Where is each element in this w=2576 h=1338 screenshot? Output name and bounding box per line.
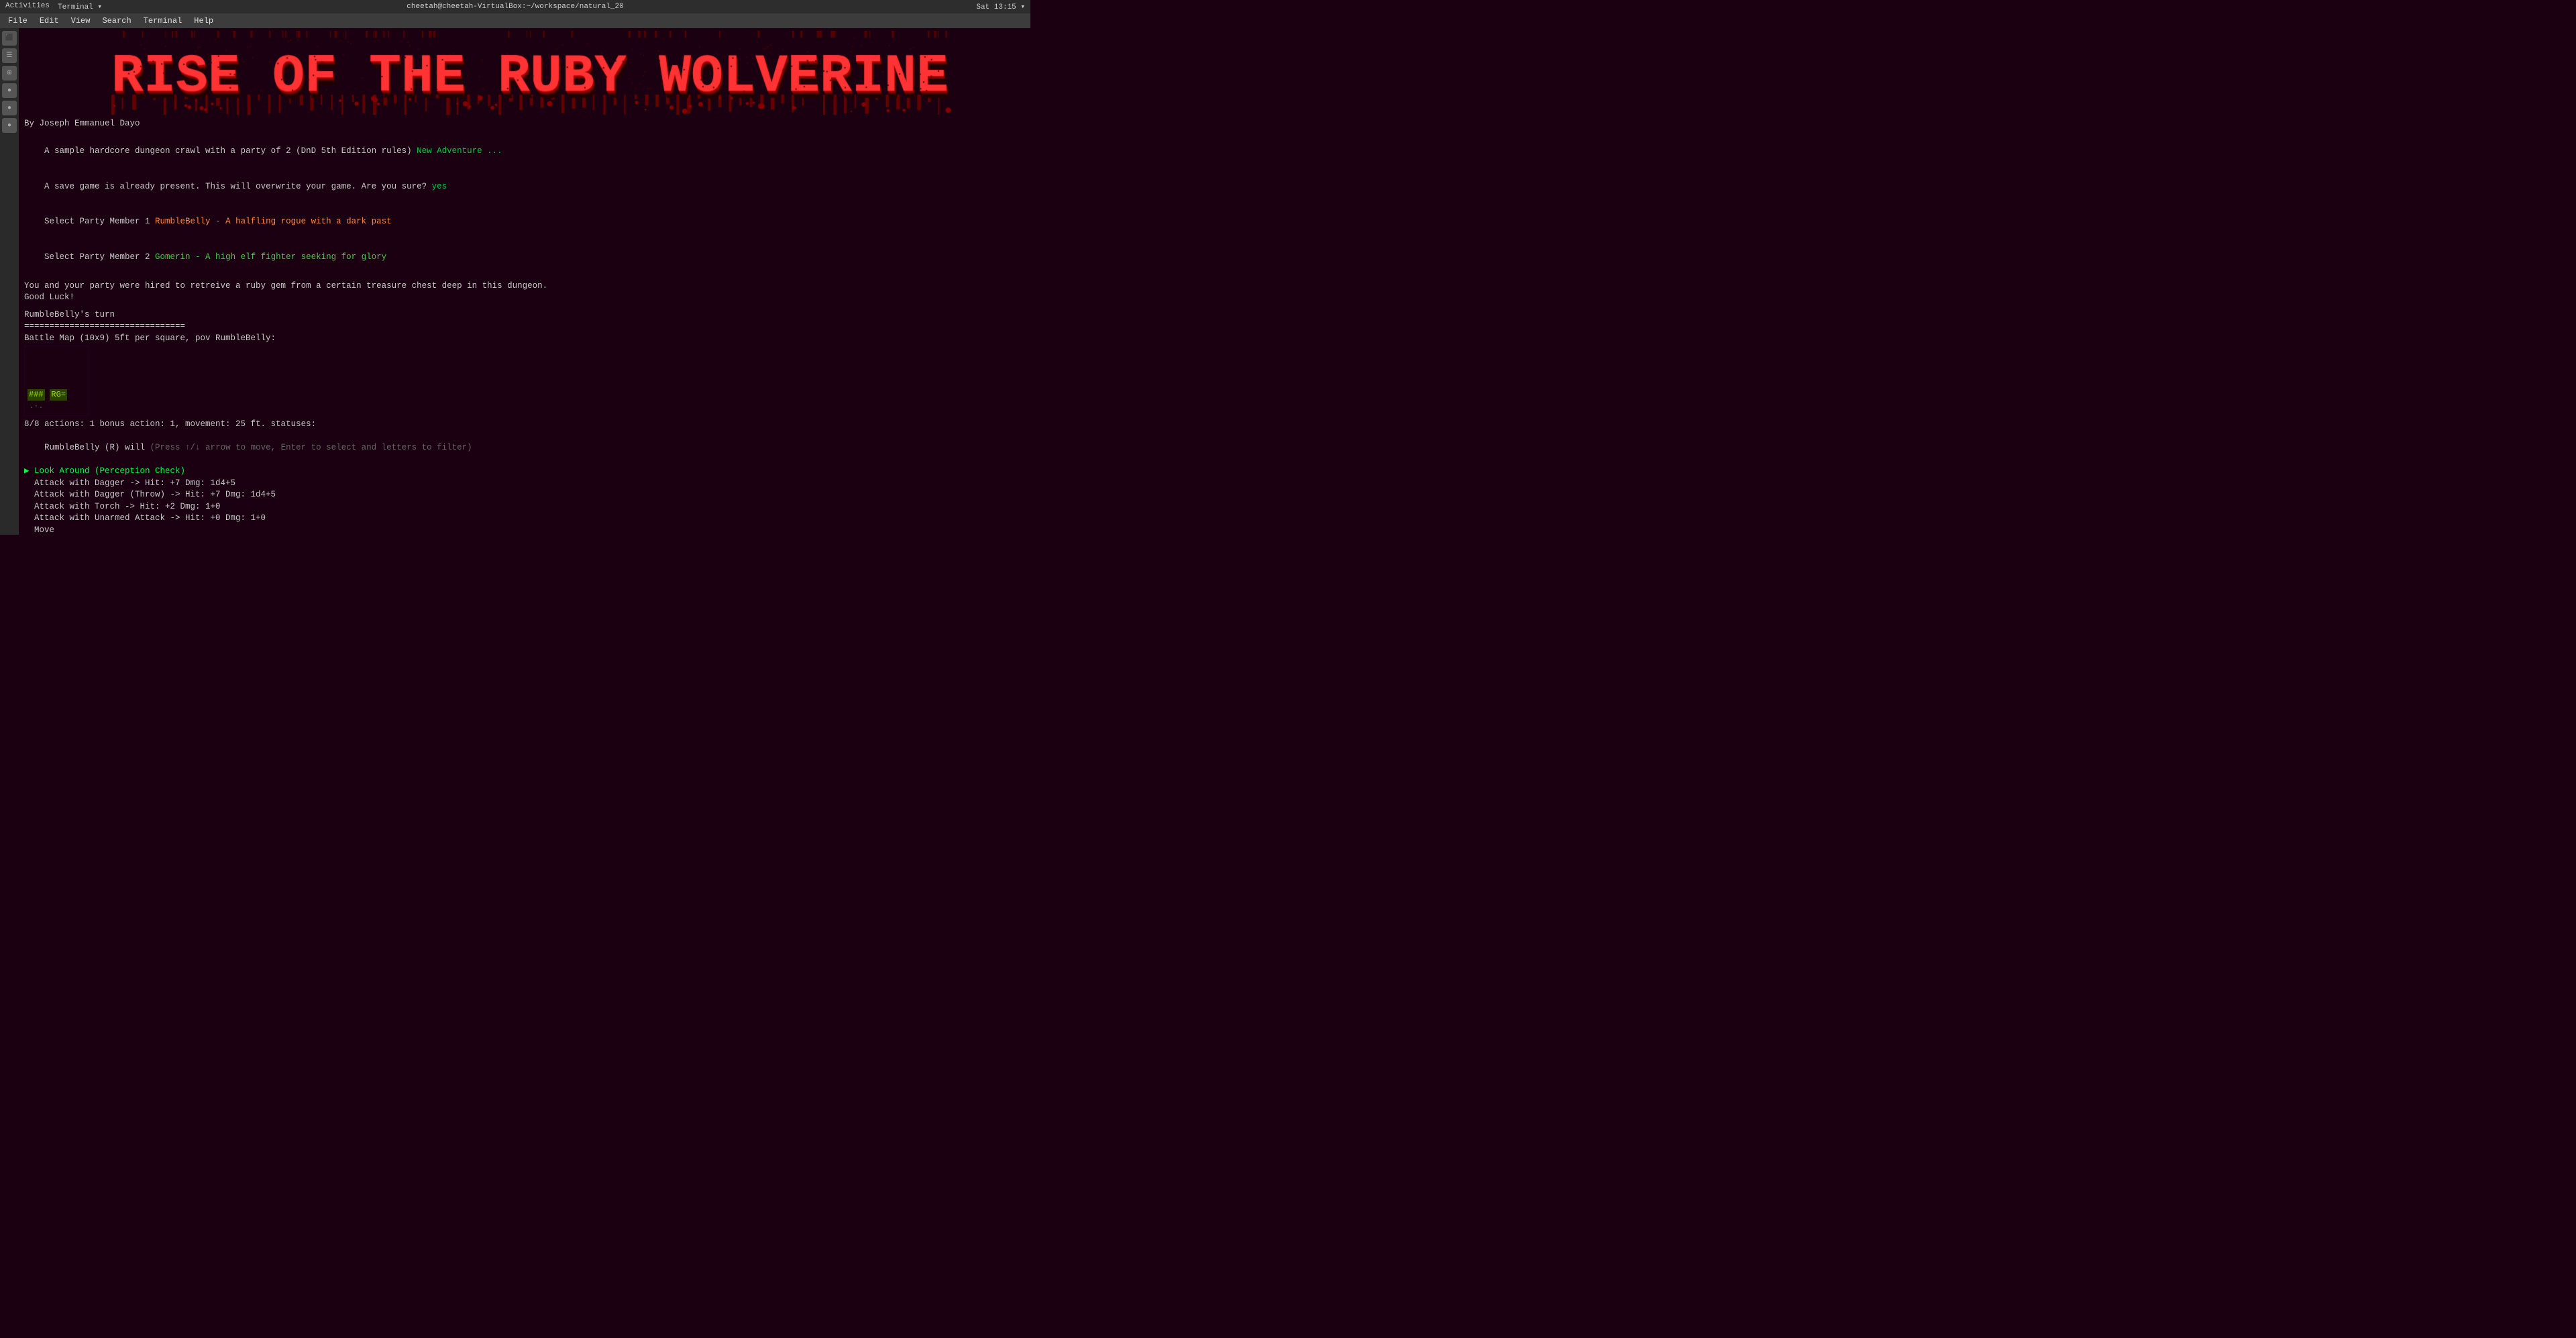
action-prompt-hint: (Press ↑/↓ arrow to move, Enter to selec…: [150, 443, 472, 452]
terminal-menu[interactable]: Terminal ▾: [58, 2, 102, 11]
system-bar-right: Sat 13:15 ▾: [976, 2, 1025, 11]
turn-indicator: RumbleBelly's turn: [24, 309, 1025, 321]
menu-look-around[interactable]: ▶ Look Around (Perception Check): [24, 466, 1025, 478]
party-member-2-value: Gomerin - A high elf fighter seeking for…: [155, 252, 386, 262]
menu-file[interactable]: File: [3, 15, 33, 27]
menu-attack-torch[interactable]: Attack with Torch -> Hit: +2 Dmg: 1+0: [24, 501, 1025, 513]
battle-map-area: ### RG= .·.: [24, 346, 89, 416]
system-bar-left: Activities Terminal ▾: [5, 2, 102, 11]
intro-line-1: A sample hardcore dungeon crawl with a p…: [24, 134, 1025, 170]
quest-text: You and your party were hired to retreiv…: [24, 280, 1025, 293]
menu-help[interactable]: Help: [189, 15, 219, 27]
sidebar-icon-5[interactable]: ●: [2, 118, 17, 133]
menu-move[interactable]: Move: [24, 525, 1025, 535]
yes-text: yes: [432, 182, 447, 191]
menu-attack-dagger[interactable]: Attack with Dagger -> Hit: +7 Dmg: 1d4+5: [24, 478, 1025, 490]
sidebar-icon-0[interactable]: ⬛: [2, 31, 17, 46]
title-banner: [24, 31, 1025, 118]
intro-text-1: A sample hardcore dungeon crawl with a p…: [44, 146, 417, 156]
character-sprite: ### RG= .·.: [28, 389, 88, 413]
action-prompt: RumbleBelly (R) will (Press ↑/↓ arrow to…: [24, 431, 1025, 466]
separator-line: ================================: [24, 321, 1025, 333]
menu-attack-dagger-throw[interactable]: Attack with Dagger (Throw) -> Hit: +7 Dm…: [24, 489, 1025, 501]
sidebar-icon-1[interactable]: ☰: [2, 48, 17, 63]
party-member-1-value: RumbleBelly - A halfling rogue with a da…: [155, 217, 392, 226]
party-member-1-label: Select Party Member 1: [44, 217, 155, 226]
save-game-text: A save game is already present. This wil…: [44, 182, 432, 191]
party-member-1-line: Select Party Member 1 RumbleBelly - A ha…: [24, 205, 1025, 240]
menu-view[interactable]: View: [66, 15, 96, 27]
good-luck-text: Good Luck!: [24, 292, 1025, 304]
sidebar: ⬛ ☰ ⊞ ● ● ●: [0, 28, 19, 535]
sidebar-icon-3[interactable]: ●: [2, 83, 17, 98]
author-line: By Joseph Emmanuel Dayo: [24, 118, 1025, 130]
menu-bar: File Edit View Search Terminal Help: [0, 13, 1030, 28]
new-adventure-text: New Adventure ...: [417, 146, 502, 156]
save-game-line: A save game is already present. This wil…: [24, 169, 1025, 205]
window-title: cheetah@cheetah-VirtualBox:~/workspace/n…: [407, 3, 623, 11]
status-line: 8/8 actions: 1 bonus action: 1, movement…: [24, 419, 1025, 431]
sidebar-icon-2[interactable]: ⊞: [2, 66, 17, 81]
sidebar-icon-4[interactable]: ●: [2, 101, 17, 115]
terminal-content[interactable]: By Joseph Emmanuel Dayo A sample hardcor…: [19, 28, 1030, 535]
menu-search[interactable]: Search: [97, 15, 136, 27]
action-prompt-text: RumbleBelly (R) will: [44, 443, 150, 452]
menu-edit[interactable]: Edit: [34, 15, 64, 27]
system-bar: Activities Terminal ▾ cheetah@cheetah-Vi…: [0, 0, 1030, 13]
activities-label[interactable]: Activities: [5, 2, 50, 11]
datetime: Sat 13:15 ▾: [976, 2, 1025, 11]
party-member-2-label: Select Party Member 2: [44, 252, 155, 262]
party-member-2-line: Select Party Member 2 Gomerin - A high e…: [24, 240, 1025, 275]
menu-terminal[interactable]: Terminal: [138, 15, 188, 27]
menu-attack-unarmed[interactable]: Attack with Unarmed Attack -> Hit: +0 Dm…: [24, 513, 1025, 525]
battle-map-header: Battle Map (10x9) 5ft per square, pov Ru…: [24, 333, 1025, 345]
